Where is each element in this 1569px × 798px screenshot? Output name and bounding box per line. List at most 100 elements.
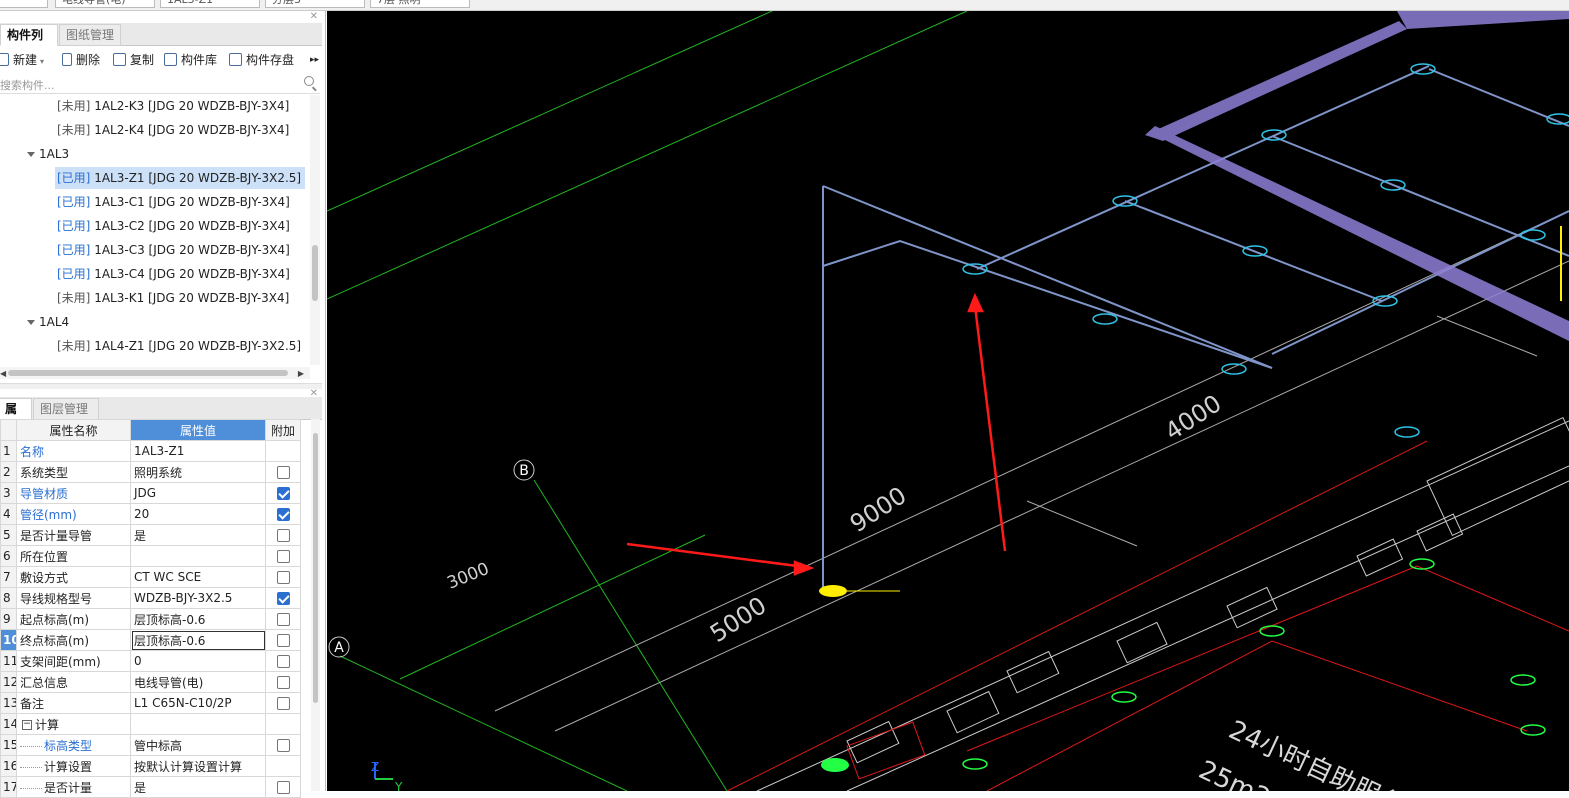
extra-checkbox[interactable] (276, 571, 290, 584)
tree-item[interactable]: [已用] 1AL3-Z1 [JDG 20 WDZB-BJY-3X2.5] (0, 167, 310, 189)
property-row[interactable]: 10终点标高(m) 层顶标高-0.6 (0, 629, 301, 651)
extra-checkbox[interactable] (276, 697, 290, 710)
property-name-text: 是否计量导管 (20, 528, 93, 543)
extra-checkbox[interactable] (276, 613, 290, 626)
property-row[interactable]: 1 名称 1AL3-Z1 (0, 440, 301, 462)
property-name: 备注 (16, 692, 131, 714)
extra-checkbox[interactable] (276, 550, 290, 563)
tree-vertical-scrollbar[interactable] (310, 95, 320, 365)
close-icon[interactable]: ✕ (310, 11, 318, 23)
property-row[interactable]: 13备注 L1 C65N-C10/2P (0, 692, 301, 714)
extra-checkbox[interactable] (276, 634, 290, 647)
tree-item[interactable]: [已用] 1AL3-C3 [JDG 20 WDZB-BJY-3X4] (0, 239, 310, 261)
extra-checkbox[interactable] (276, 508, 290, 521)
property-value[interactable]: 电线导管(电) (130, 671, 266, 693)
extra-checkbox[interactable] (276, 781, 290, 794)
property-row[interactable]: 12汇总信息 电线导管(电) (0, 671, 301, 693)
property-row[interactable]: 9 起点标高(m) 层顶标高-0.6 (0, 608, 301, 630)
save-component-button[interactable]: 构件存盘 (229, 51, 294, 69)
property-row[interactable]: 16 计算设置 按默认计算设置计算 (0, 755, 301, 777)
tree-item[interactable]: [未用] 1AL3-K1 [JDG 20 WDZB-BJY-3X4] (0, 287, 310, 309)
tree-item[interactable]: [未用] 1AL4-Z1 [JDG 20 WDZB-BJY-3X2.5] (0, 335, 310, 357)
collapse-icon[interactable]: − (22, 720, 32, 730)
row-number: 12 (0, 671, 17, 693)
property-row[interactable]: 17 是否计量 是 (0, 776, 301, 798)
property-value[interactable]: 照明系统 (130, 461, 266, 483)
property-value[interactable]: JDG (130, 482, 266, 504)
extra-checkbox[interactable] (276, 466, 290, 479)
tab-properties[interactable]: 属性 (0, 398, 32, 436)
scroll-left-icon[interactable]: ◀ (0, 369, 6, 378)
property-row[interactable]: 11支架间距(mm) 0 (0, 650, 301, 672)
property-value[interactable]: 是 (130, 776, 266, 798)
property-value[interactable]: WDZB-BJY-3X2.5 (130, 587, 266, 609)
property-value[interactable]: 管中标高 (130, 734, 266, 756)
extra-checkbox[interactable] (276, 676, 290, 689)
tree-horizontal-scrollbar[interactable]: ◀ ▶ (0, 367, 310, 379)
more-chevron-icon[interactable]: ▸▸ (310, 51, 319, 69)
property-row[interactable]: 6 所在位置 (0, 545, 301, 567)
extra-checkbox[interactable] (276, 487, 290, 500)
scroll-right-icon[interactable]: ▶ (298, 369, 304, 378)
tree-item[interactable]: [未用] 1AL2-K4 [JDG 20 WDZB-BJY-3X4] (0, 119, 310, 141)
component-search[interactable]: 搜索构件... (0, 74, 320, 94)
scroll-thumb[interactable] (313, 433, 318, 703)
library-button[interactable]: 构件库 (164, 51, 217, 69)
tree-group[interactable]: 1AL4 (0, 311, 310, 333)
property-value[interactable]: 层顶标高-0.6 (130, 629, 266, 651)
property-name: 标高类型 (16, 734, 131, 756)
property-value[interactable]: 0 (130, 650, 266, 672)
plan-floor (756, 416, 1569, 791)
tree-group[interactable]: 1AL3 (0, 143, 310, 165)
tree-item[interactable]: [已用] 1AL3-C1 [JDG 20 WDZB-BJY-3X4] (0, 191, 310, 213)
property-value[interactable]: L1 C65N-C10/2P (130, 692, 266, 714)
property-value[interactable]: 是 (130, 524, 266, 546)
top-field[interactable] (0, 0, 48, 8)
extra-checkbox[interactable] (276, 529, 290, 542)
top-field[interactable]: 1AL3-Z1 (160, 0, 260, 8)
property-row[interactable]: 14−计算 (0, 713, 301, 735)
property-row[interactable]: 2 系统类型 照明系统 (0, 461, 301, 483)
tree-item[interactable]: [已用] 1AL3-C2 [JDG 20 WDZB-BJY-3X4] (0, 215, 310, 237)
property-value[interactable] (130, 713, 266, 735)
indent-guide (20, 766, 42, 768)
expand-caret-icon[interactable] (27, 151, 35, 157)
tab-component-list[interactable]: 构件列表 (0, 24, 58, 62)
property-row[interactable]: 5 是否计量导管 是 (0, 524, 301, 546)
scroll-thumb[interactable] (8, 370, 288, 376)
property-vertical-scrollbar[interactable] (311, 419, 320, 791)
tab-drawing-management[interactable]: 图纸管理 (59, 24, 121, 46)
copy-button[interactable]: 复制 (113, 51, 154, 69)
top-field[interactable]: 分层3 (265, 0, 365, 8)
top-field[interactable]: 电线导管(电) (55, 0, 155, 8)
expand-caret-icon[interactable] (27, 319, 35, 325)
search-input[interactable]: 搜索构件... (0, 77, 55, 93)
property-value[interactable] (130, 545, 266, 567)
tree-item[interactable]: [已用] 1AL3-C4 [JDG 20 WDZB-BJY-3X4] (0, 263, 310, 285)
property-row[interactable]: 3 导管材质 JDG (0, 482, 301, 504)
property-row[interactable]: 15 标高类型 管中标高 (0, 734, 301, 756)
search-icon[interactable] (304, 76, 314, 86)
dimension-texts: 3000 5000 9000 4000 (444, 389, 1226, 648)
cad-3d-viewport[interactable]: B A 3000 5000 9000 4000 24小时自助服务 25m2 Z … (327, 11, 1569, 791)
property-value[interactable]: 1AL3-Z1 (130, 440, 266, 462)
delete-button[interactable]: 删除 (62, 51, 100, 69)
tree-item[interactable]: [未用] 1AL2-K3 [JDG 20 WDZB-BJY-3X4] (0, 95, 310, 117)
property-row[interactable]: 4 管径(mm) 20 (0, 503, 301, 525)
row-number: 13 (0, 692, 17, 714)
property-value[interactable]: 层顶标高-0.6 (130, 608, 266, 630)
property-value[interactable]: CT WC SCE (130, 566, 266, 588)
extra-checkbox[interactable] (276, 592, 290, 605)
extra-checkbox[interactable] (276, 739, 290, 752)
new-button[interactable]: 新建 ▾ (0, 51, 44, 69)
property-row[interactable]: 7 敷设方式 CT WC SCE (0, 566, 301, 588)
extra-checkbox[interactable] (276, 655, 290, 668)
property-row[interactable]: 8 导线规格型号 WDZB-BJY-3X2.5 (0, 587, 301, 609)
tab-layer-management[interactable]: 图层管理 (33, 398, 99, 420)
property-value[interactable]: 按默认计算设置计算 (130, 755, 266, 777)
scroll-thumb[interactable] (312, 245, 318, 301)
header-property-value: 属性值 (130, 419, 266, 441)
property-value[interactable]: 20 (130, 503, 266, 525)
top-field[interactable]: 7层 照明 (370, 0, 470, 8)
cad-drawing[interactable]: B A 3000 5000 9000 4000 24小时自助服务 25m2 Z … (327, 11, 1569, 791)
